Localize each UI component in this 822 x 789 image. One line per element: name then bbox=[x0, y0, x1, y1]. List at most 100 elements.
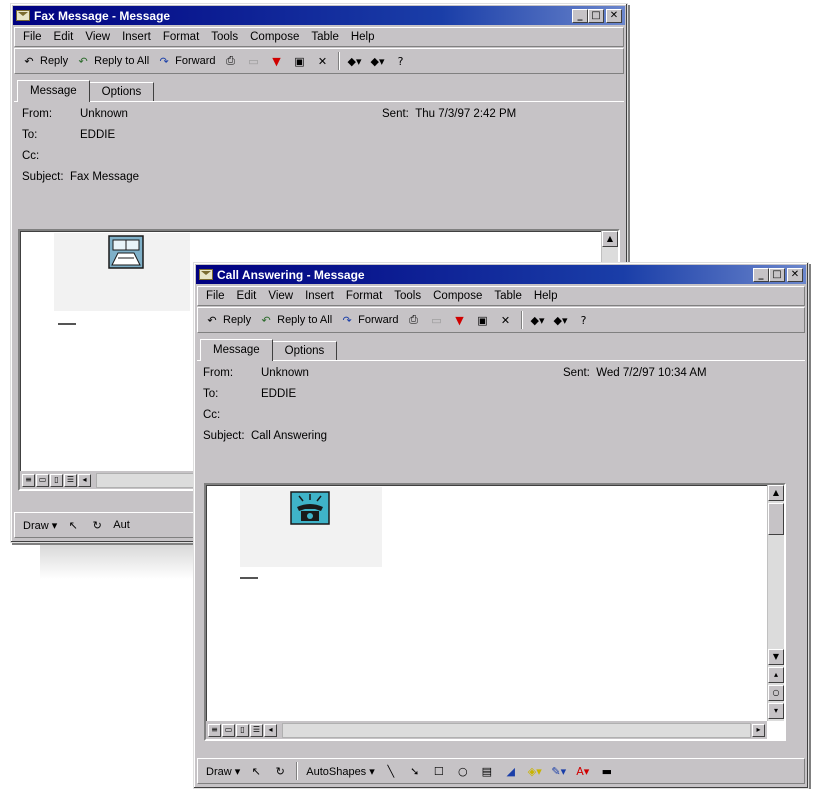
page-layout-button[interactable]: ▯ bbox=[236, 723, 249, 737]
address-book-icon[interactable]: ▣ bbox=[292, 54, 308, 68]
delete-icon[interactable]: ✕ bbox=[315, 54, 331, 68]
draw-menu[interactable]: Draw ▾ bbox=[23, 519, 57, 532]
standard-toolbar: ↶ Reply ↶ Reply to All ↷ Forward ⎙ ▭ ▼ ▣… bbox=[197, 307, 805, 333]
scroll-thumb[interactable] bbox=[768, 503, 784, 535]
help-icon[interactable]: ? bbox=[576, 313, 592, 327]
menu-format[interactable]: Format bbox=[346, 290, 382, 302]
reply-all-button[interactable]: ↶ Reply to All bbox=[258, 313, 333, 327]
free-rotate-icon[interactable]: ↻ bbox=[89, 518, 105, 532]
oval-icon[interactable]: ○ bbox=[455, 764, 471, 778]
scroll-left-button[interactable]: ◂ bbox=[78, 473, 91, 487]
scroll-left-button[interactable]: ◂ bbox=[264, 723, 277, 737]
menu-view[interactable]: View bbox=[85, 31, 110, 43]
move-to-folder-icon[interactable]: ▭ bbox=[429, 313, 445, 327]
menu-tools[interactable]: Tools bbox=[394, 290, 421, 302]
line-style-icon[interactable]: ▬ bbox=[599, 764, 615, 778]
address-book-icon[interactable]: ▣ bbox=[475, 313, 491, 327]
select-browse-object-button[interactable]: ○ bbox=[768, 685, 784, 701]
text-box-icon[interactable]: ▤ bbox=[479, 764, 495, 778]
help-icon[interactable]: ? bbox=[393, 54, 409, 68]
delete-icon[interactable]: ✕ bbox=[498, 313, 514, 327]
free-rotate-icon[interactable]: ↻ bbox=[272, 764, 288, 778]
line-color-icon[interactable]: ✎▾ bbox=[551, 764, 567, 778]
menu-tools[interactable]: Tools bbox=[211, 31, 238, 43]
menu-view[interactable]: View bbox=[268, 290, 293, 302]
previous-item-icon[interactable]: ◆▾ bbox=[530, 313, 546, 327]
menu-format[interactable]: Format bbox=[163, 31, 199, 43]
flag-icon[interactable]: ▼ bbox=[452, 313, 468, 327]
menu-help[interactable]: Help bbox=[534, 290, 558, 302]
scroll-right-button[interactable]: ▸ bbox=[752, 723, 765, 737]
maximize-button[interactable]: □ bbox=[588, 8, 604, 23]
menu-insert[interactable]: Insert bbox=[122, 31, 151, 43]
line-icon[interactable]: ╲ bbox=[383, 764, 399, 778]
normal-view-button[interactable]: ≡ bbox=[208, 723, 221, 737]
select-objects-icon[interactable]: ↖ bbox=[65, 518, 81, 532]
sent-value: Wed 7/2/97 10:34 AM bbox=[596, 367, 707, 379]
menu-table[interactable]: Table bbox=[311, 31, 339, 43]
print-icon[interactable]: ⎙ bbox=[223, 54, 239, 68]
menu-compose[interactable]: Compose bbox=[250, 31, 299, 43]
subject-value: Fax Message bbox=[69, 171, 139, 183]
forward-button[interactable]: ↷ Forward bbox=[156, 54, 216, 68]
wordart-icon[interactable]: ◢ bbox=[503, 764, 519, 778]
forward-button[interactable]: ↷ Forward bbox=[339, 313, 399, 327]
font-color-icon[interactable]: A▾ bbox=[575, 764, 591, 778]
scroll-down-button[interactable]: ▼ bbox=[768, 649, 784, 665]
select-objects-icon[interactable]: ↖ bbox=[248, 764, 264, 778]
menu-compose[interactable]: Compose bbox=[433, 290, 482, 302]
menu-file[interactable]: File bbox=[23, 31, 42, 43]
outline-view-button[interactable]: ☰ bbox=[64, 473, 77, 487]
menu-insert[interactable]: Insert bbox=[305, 290, 334, 302]
next-page-button[interactable]: ▾ bbox=[768, 703, 784, 719]
draw-menu[interactable]: Draw ▾ bbox=[206, 765, 240, 778]
fill-color-icon[interactable]: ◈▾ bbox=[527, 764, 543, 778]
outline-view-button[interactable]: ☰ bbox=[250, 723, 263, 737]
normal-view-button[interactable]: ≡ bbox=[22, 473, 35, 487]
arrow-icon[interactable]: ➘ bbox=[407, 764, 423, 778]
previous-page-button[interactable]: ▴ bbox=[768, 667, 784, 683]
tab-options[interactable]: Options bbox=[271, 341, 338, 360]
call-window-titlebar[interactable]: Call Answering - Message _ □ ✕ bbox=[196, 265, 806, 284]
maximize-button[interactable]: □ bbox=[769, 267, 785, 282]
reply-button[interactable]: ↶ Reply bbox=[21, 54, 68, 68]
autoshapes-menu[interactable]: Aut bbox=[113, 519, 130, 531]
window-title: Fax Message - Message bbox=[34, 8, 171, 23]
minimize-button[interactable]: _ bbox=[753, 267, 769, 282]
minimize-button[interactable]: _ bbox=[572, 8, 588, 23]
tab-options[interactable]: Options bbox=[88, 82, 155, 101]
call-answering-window[interactable]: Call Answering - Message _ □ ✕ File Edit… bbox=[193, 262, 809, 789]
previous-item-icon[interactable]: ◆▾ bbox=[347, 54, 363, 68]
tab-message[interactable]: Message bbox=[200, 339, 273, 361]
scroll-up-button[interactable]: ▲ bbox=[768, 485, 784, 501]
online-layout-button[interactable]: ▭ bbox=[36, 473, 49, 487]
tab-message[interactable]: Message bbox=[17, 80, 90, 102]
next-item-icon[interactable]: ◆▾ bbox=[553, 313, 569, 327]
print-icon[interactable]: ⎙ bbox=[406, 313, 422, 327]
fax-window-titlebar[interactable]: Fax Message - Message _ □ ✕ bbox=[13, 6, 625, 25]
page-layout-button[interactable]: ▯ bbox=[50, 473, 63, 487]
close-button[interactable]: ✕ bbox=[787, 267, 803, 282]
menu-file[interactable]: File bbox=[206, 290, 225, 302]
menu-help[interactable]: Help bbox=[351, 31, 375, 43]
message-body[interactable]: ▲ ▼ ▴ ○ ▾ ≡ ▭ ▯ ☰ ◂ ▸ bbox=[204, 483, 786, 741]
move-to-folder-icon[interactable]: ▭ bbox=[246, 54, 262, 68]
flag-icon[interactable]: ▼ bbox=[269, 54, 285, 68]
reply-all-button[interactable]: ↶ Reply to All bbox=[75, 54, 150, 68]
menu-edit[interactable]: Edit bbox=[237, 290, 257, 302]
menu-table[interactable]: Table bbox=[494, 290, 522, 302]
horizontal-scrollbar[interactable] bbox=[282, 722, 751, 738]
close-button[interactable]: ✕ bbox=[606, 8, 622, 23]
next-item-icon[interactable]: ◆▾ bbox=[370, 54, 386, 68]
rectangle-icon[interactable]: ☐ bbox=[431, 764, 447, 778]
from-label: From: bbox=[22, 108, 53, 120]
reply-button[interactable]: ↶ Reply bbox=[204, 313, 251, 327]
reply-label: Reply bbox=[40, 55, 69, 67]
menu-edit[interactable]: Edit bbox=[54, 31, 74, 43]
toolbar-separator bbox=[296, 762, 299, 780]
cc-label: Cc: bbox=[22, 150, 40, 162]
vertical-scrollbar[interactable]: ▲ ▼ ▴ ○ ▾ bbox=[767, 485, 784, 721]
autoshapes-menu[interactable]: AutoShapes ▾ bbox=[306, 765, 375, 778]
online-layout-button[interactable]: ▭ bbox=[222, 723, 235, 737]
scroll-up-button[interactable]: ▲ bbox=[602, 231, 618, 247]
